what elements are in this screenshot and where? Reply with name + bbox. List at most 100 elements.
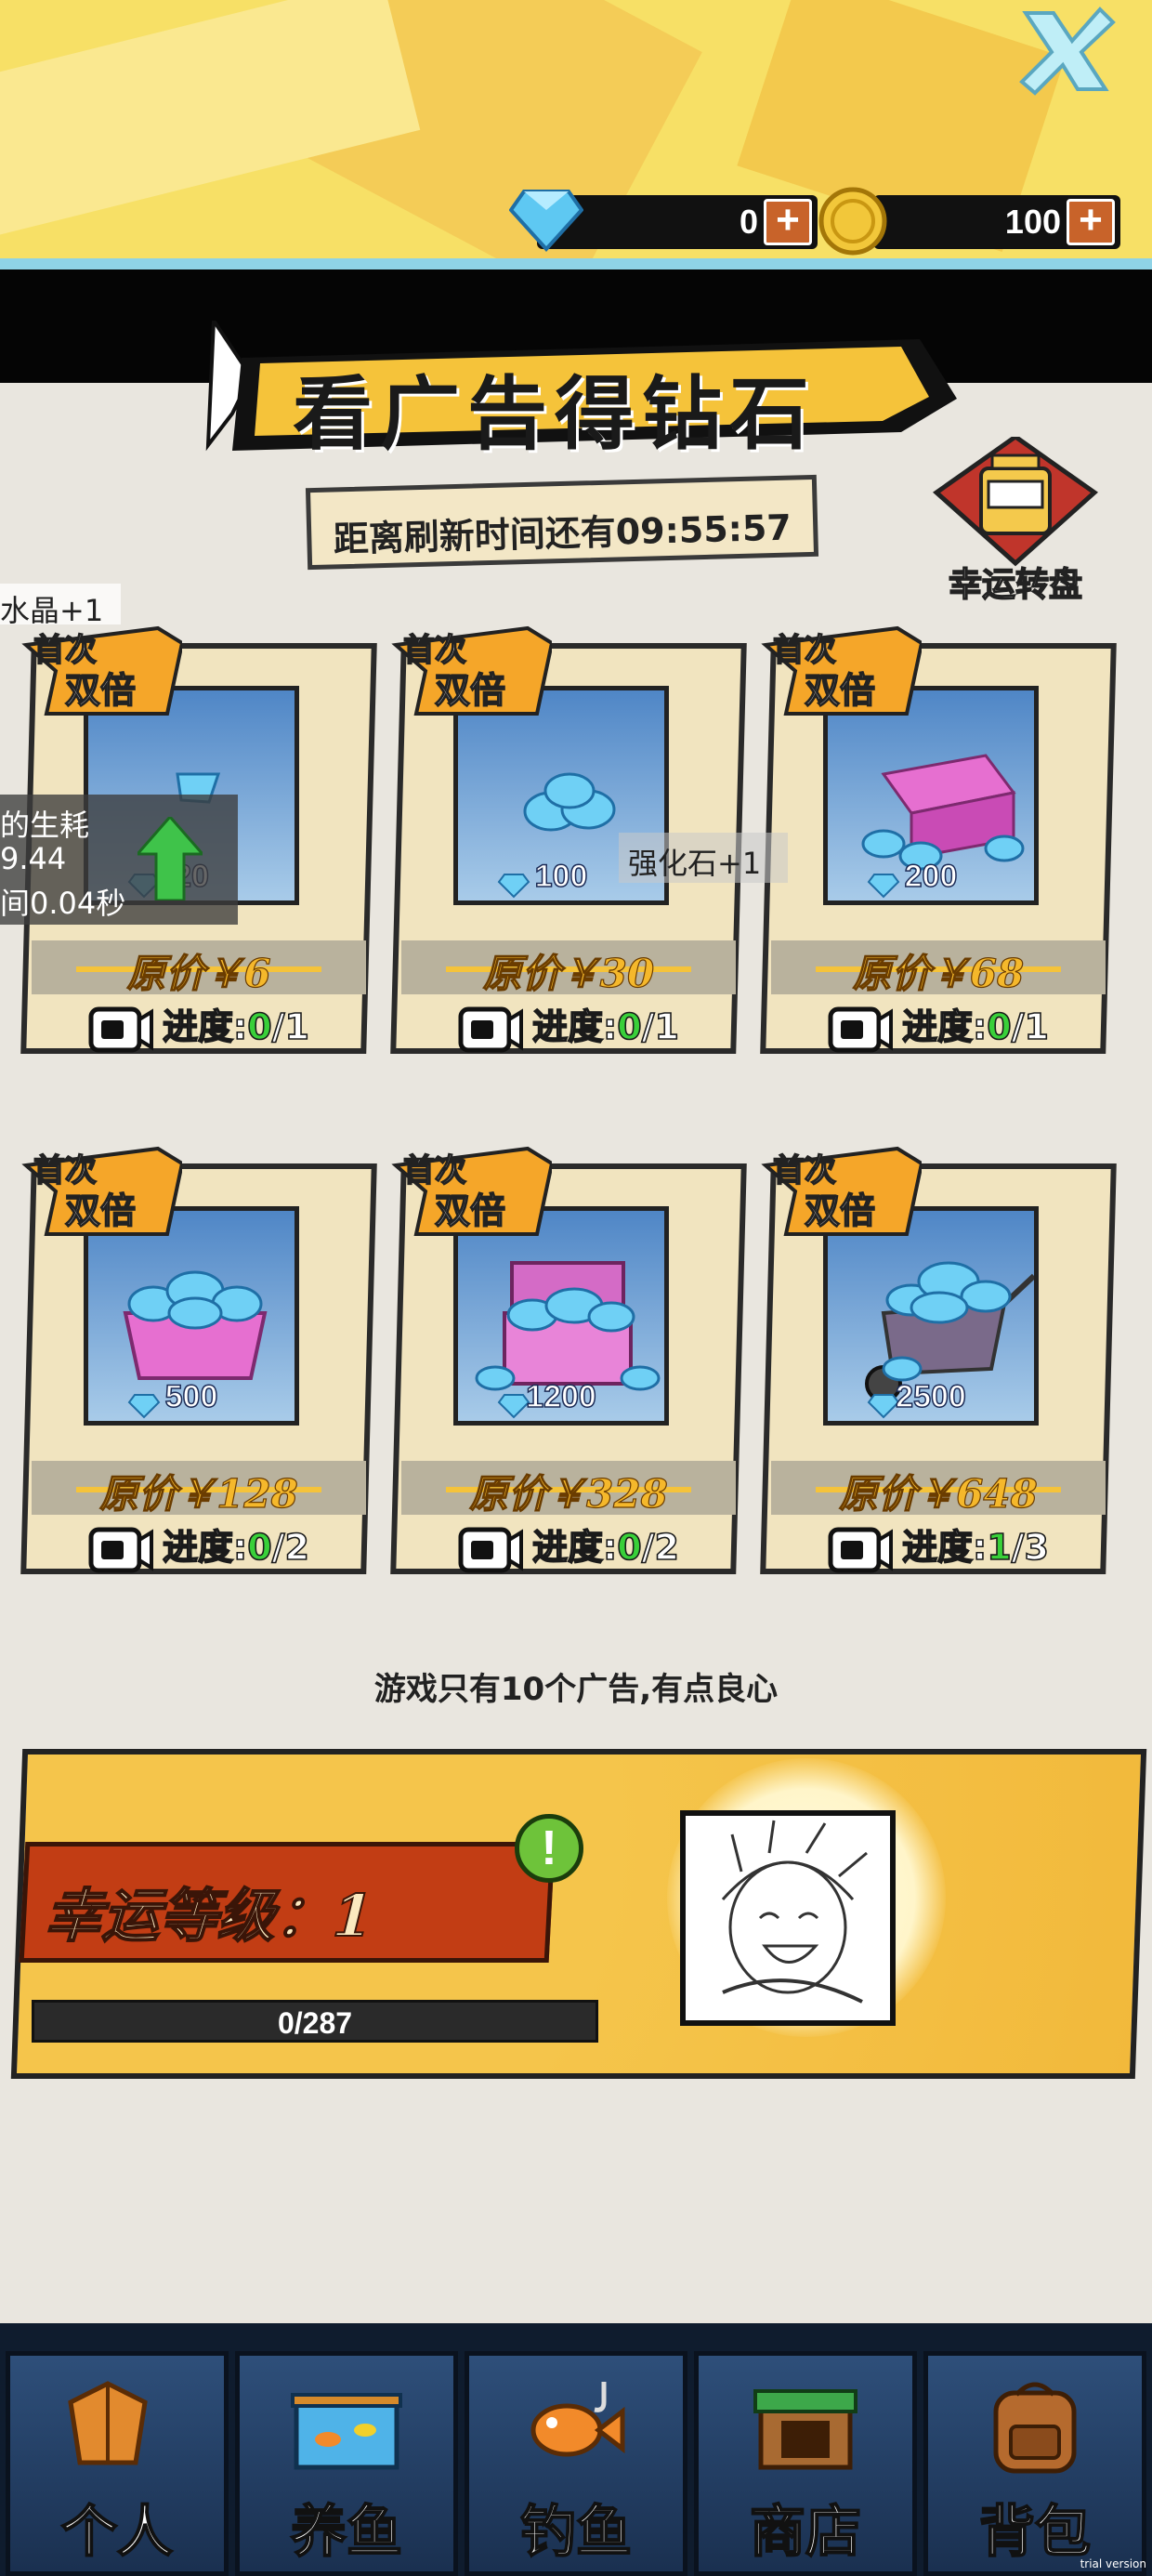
refresh-timer-text: 距离刷新时间还有09:55:57: [333, 506, 792, 560]
progress-current: 0: [246, 1005, 272, 1048]
diamond-amount: 500: [164, 1378, 218, 1415]
video-ad-icon: [828, 1006, 893, 1052]
coin-icon: [818, 187, 887, 256]
diamond-offer-card[interactable]: 1200 原价￥328 进度:0/2 首次 双倍: [388, 1145, 749, 1574]
diamond-offer-card[interactable]: 2500 原价￥648 进度:1/3 首次 双倍: [758, 1145, 1119, 1574]
diamond-amount: 2500: [895, 1378, 966, 1415]
aquarium-icon: [291, 2393, 402, 2470]
stone-gain-text: 强化石+1: [628, 846, 762, 881]
ad-progress: 进度:0/1: [758, 998, 1119, 1053]
offer-image: 1200: [453, 1206, 669, 1426]
progress-total: /2: [271, 1526, 310, 1569]
diamond-icon: [509, 190, 583, 252]
lucky-wheel-label: 幸运转盘: [948, 565, 1083, 605]
first-double-badge: 首次 双倍: [388, 624, 552, 717]
banner-strip: [0, 258, 1152, 269]
luck-level-banner: 幸运等级：1: [19, 1842, 556, 1963]
video-ad-icon: [88, 1006, 153, 1052]
up-arrow-icon: [137, 817, 203, 900]
nav-tab-fish-hook[interactable]: 钓鱼: [465, 2351, 687, 2576]
original-price: 原价￥68: [852, 950, 1025, 996]
first-double-badge: 首次 双倍: [758, 1145, 922, 1238]
original-price: 原价￥328: [469, 1470, 669, 1517]
diamond-offer-card[interactable]: 200 原价￥68 进度:0/1 首次 双倍: [758, 624, 1119, 1054]
add-diamonds-button[interactable]: +: [764, 199, 812, 245]
close-icon: [1019, 7, 1116, 96]
first-double-badge: 首次 双倍: [19, 624, 182, 717]
ad-progress: 进度:0/1: [19, 998, 379, 1053]
luck-level-text: 幸运等级：1: [42, 1881, 375, 1951]
ad-progress: 进度:0/2: [388, 1518, 749, 1573]
progress-total: /1: [1011, 1005, 1050, 1048]
progress-total: /1: [641, 1005, 680, 1048]
ad-progress: 进度:1/3: [758, 1518, 1119, 1573]
tooltip-line: 9.44: [0, 841, 67, 876]
diamond-amount: 200: [904, 858, 958, 895]
bottom-nav: 个人 养鱼 钓鱼 商店 背包: [0, 2323, 1152, 2576]
video-ad-icon: [458, 1527, 523, 1572]
jacket-icon: [68, 2381, 148, 2465]
ad-progress: 进度:0/1: [388, 998, 749, 1053]
ad-note: 游戏只有10个广告,有点良心: [373, 1671, 779, 1708]
badge-line-2: 双倍: [434, 669, 506, 712]
progress-label: 进度:: [531, 1005, 618, 1048]
nav-tab-label: 个人: [60, 2499, 174, 2566]
character-portrait: [680, 1810, 896, 2026]
slot-machine-icon: [932, 433, 1099, 567]
alert-icon[interactable]: !: [515, 1814, 583, 1883]
luck-progress-bar: 0/287: [32, 2000, 598, 2043]
nav-tab-backpack[interactable]: 背包: [923, 2351, 1146, 2576]
backpack-icon: [993, 2382, 1077, 2474]
progress-current: 0: [246, 1526, 272, 1569]
lucky-wheel-button[interactable]: 幸运转盘: [927, 433, 1104, 605]
nav-tab-jacket[interactable]: 个人: [6, 2351, 229, 2576]
character-sketch: [721, 1820, 868, 2004]
progress-label: 进度:: [901, 1005, 988, 1048]
video-ad-icon: [88, 1527, 153, 1572]
ad-progress: 进度:0/2: [19, 1518, 379, 1573]
diamond-count: 0: [739, 203, 758, 241]
nav-tab-label: 钓鱼: [519, 2499, 633, 2566]
nav-tab-aquarium[interactable]: 养鱼: [235, 2351, 458, 2576]
nav-tab-label: 商店: [749, 2499, 862, 2566]
nav-tab-label: 背包: [978, 2499, 1092, 2566]
coin-count: 100: [1004, 203, 1061, 241]
badge-line-2: 双倍: [804, 1189, 876, 1232]
video-ad-icon: [458, 1006, 523, 1052]
offer-image: 500: [84, 1206, 299, 1426]
coin-counter: 100 +: [873, 195, 1120, 249]
progress-total: /3: [1011, 1526, 1050, 1569]
tooltip-line: 的生耗: [0, 808, 90, 843]
add-coins-button[interactable]: +: [1067, 199, 1115, 245]
diamond-offer-card[interactable]: 500 原价￥128 进度:0/2 首次 双倍: [19, 1145, 379, 1574]
original-price: 原价￥648: [839, 1470, 1039, 1517]
crystal-gain-toast: 水晶+1: [0, 584, 121, 628]
progress-current: 1: [986, 1526, 1012, 1569]
badge-line-2: 双倍: [64, 669, 137, 712]
progress-total: /1: [271, 1005, 310, 1048]
first-double-badge: 首次 双倍: [758, 624, 922, 717]
progress-label: 进度:: [901, 1526, 988, 1569]
progress-current: 0: [616, 1526, 642, 1569]
crystal-gain-text: 水晶+1: [0, 593, 104, 628]
stone-gain-toast: 强化石+1: [619, 833, 788, 883]
fish-hook-icon: [530, 2382, 625, 2457]
banner-ray: [0, 0, 421, 256]
luck-level-panel[interactable]: 幸运等级：1 ! 0/287: [10, 1749, 1147, 2079]
badge-line-2: 双倍: [434, 1189, 506, 1232]
original-price: 原价￥6: [126, 950, 271, 996]
diamond-amount: 1200: [525, 1378, 596, 1415]
nav-tab-label: 养鱼: [290, 2499, 403, 2566]
title-ribbon: 看广告得钻石: [195, 321, 957, 461]
progress-label: 进度:: [162, 1526, 248, 1569]
badge-line-2: 双倍: [804, 669, 876, 712]
progress-label: 进度:: [162, 1005, 248, 1048]
nav-tab-shop-crate[interactable]: 商店: [694, 2351, 917, 2576]
progress-label: 进度:: [531, 1526, 618, 1569]
progress-current: 0: [616, 1005, 642, 1048]
page-title: 看广告得钻石: [293, 367, 817, 461]
original-price: 原价￥30: [482, 950, 655, 996]
close-button[interactable]: [1016, 4, 1119, 97]
offer-image: 200: [823, 686, 1039, 905]
shop-crate-icon: [753, 2389, 857, 2470]
